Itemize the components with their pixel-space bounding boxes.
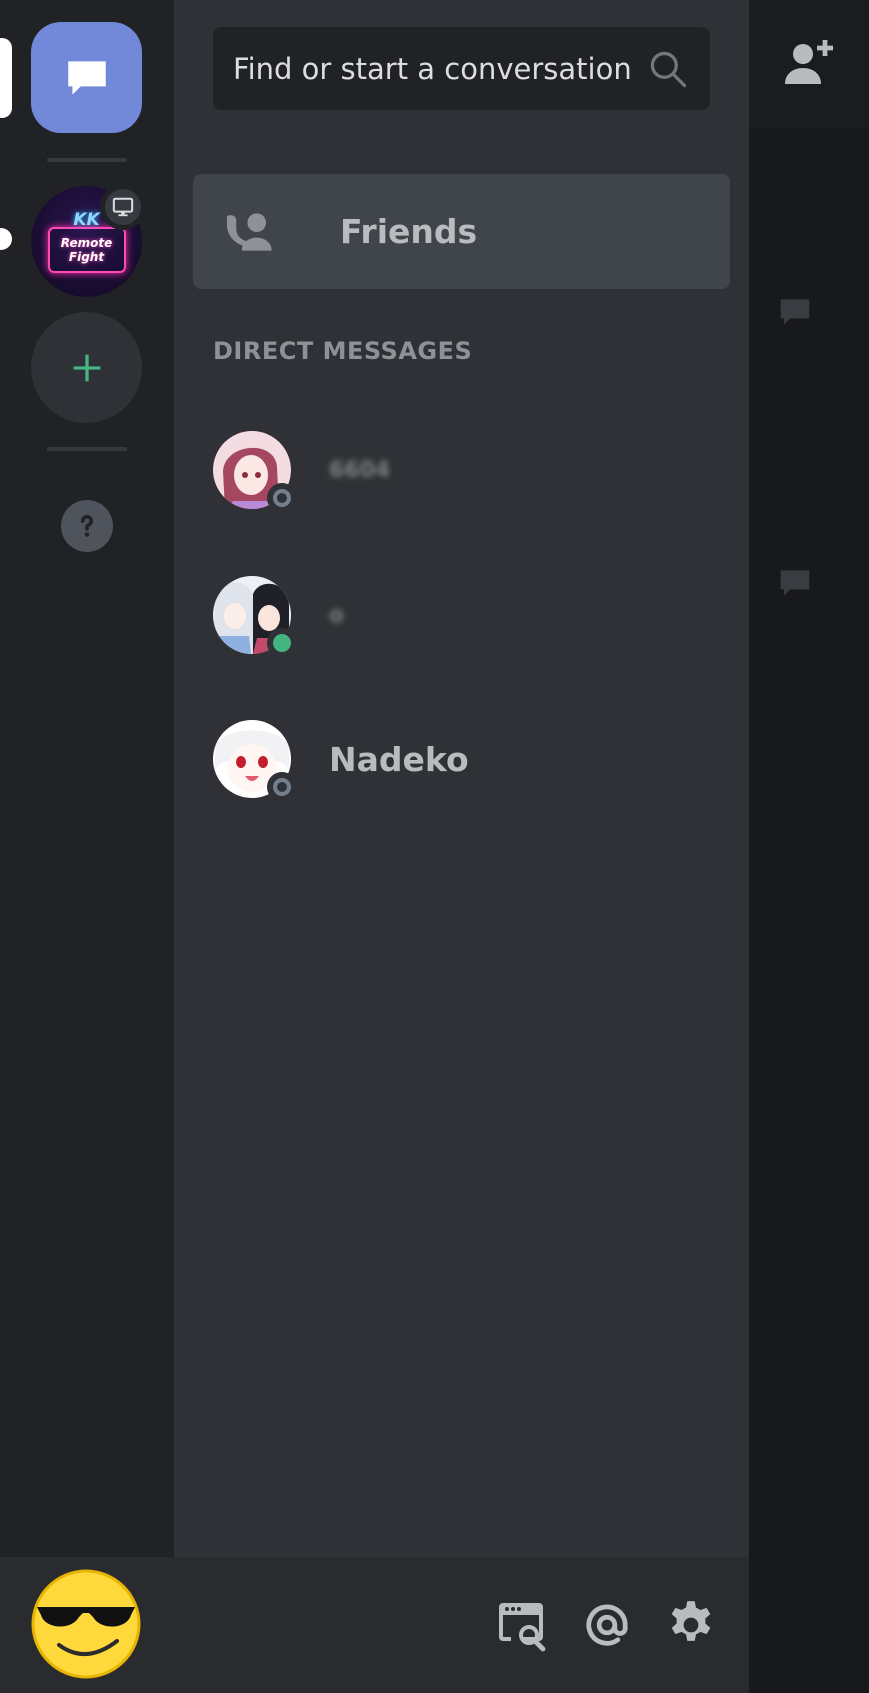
settings-button[interactable]: [663, 1597, 719, 1653]
user-panel: [0, 1557, 749, 1693]
chat-bubble-icon: [780, 299, 810, 325]
server-logo-line2: Fight: [68, 249, 105, 264]
gear-icon: [671, 1601, 711, 1641]
direct-messages-header: DIRECT MESSAGES: [213, 337, 473, 365]
discovery-icon: [499, 1603, 546, 1652]
mentions-button[interactable]: [579, 1597, 635, 1653]
avatar: [213, 576, 297, 658]
dm-item[interactable]: 6604: [213, 425, 713, 515]
plus-icon: [73, 354, 100, 381]
unread-indicator: [0, 228, 12, 250]
username-redacted: [175, 1592, 265, 1652]
mention-icon: [586, 1604, 628, 1646]
avatar: [213, 431, 297, 513]
add-server-button[interactable]: [31, 312, 142, 423]
question-icon: [80, 514, 94, 537]
server-logo: KK Remote Fight: [47, 210, 126, 273]
user-panel-actions: [495, 1597, 719, 1653]
home-button[interactable]: [31, 22, 142, 133]
avatar: [213, 720, 297, 802]
status-offline-indicator: [267, 483, 297, 513]
search-input[interactable]: Find or start a conversation: [233, 52, 632, 86]
dm-column: Find or start a conversation Friends DIR…: [174, 0, 749, 1557]
status-online-indicator: [267, 628, 297, 658]
server-rail: KK Remote Fight: [0, 0, 174, 1557]
add-friend-icon[interactable]: [781, 36, 837, 92]
friends-icon: [226, 212, 272, 251]
friends-icon-wrap: [225, 209, 285, 255]
dm-name: 6604: [329, 457, 391, 483]
friends-label: Friends: [340, 212, 478, 251]
friends-button[interactable]: Friends: [193, 174, 730, 289]
help-button[interactable]: [61, 500, 113, 552]
server-kk-remote-fight[interactable]: KK Remote Fight: [31, 184, 146, 297]
chat-bubble-icon: [780, 570, 810, 596]
dm-name: o: [329, 602, 345, 628]
server-logo-text: KK: [73, 209, 100, 230]
selected-indicator: [0, 38, 12, 118]
dm-item[interactable]: o: [213, 570, 713, 660]
server-logo-line1: Remote: [60, 235, 113, 250]
search-bar[interactable]: Find or start a conversation: [213, 27, 710, 110]
dm-name: Nadeko: [329, 739, 469, 779]
chat-bubble-icon: [67, 60, 106, 95]
status-offline-indicator: [267, 772, 297, 802]
screen-share-badge: [100, 184, 146, 230]
rail-separator: [47, 158, 127, 162]
user-avatar[interactable]: [31, 1569, 141, 1679]
dm-item[interactable]: Nadeko: [213, 714, 713, 804]
rail-separator: [47, 447, 127, 451]
search-icon: [650, 51, 687, 87]
discovery-button[interactable]: [495, 1597, 551, 1653]
screen-share-icon: [112, 197, 134, 217]
right-pane: [749, 0, 869, 1693]
right-header: [749, 0, 869, 128]
